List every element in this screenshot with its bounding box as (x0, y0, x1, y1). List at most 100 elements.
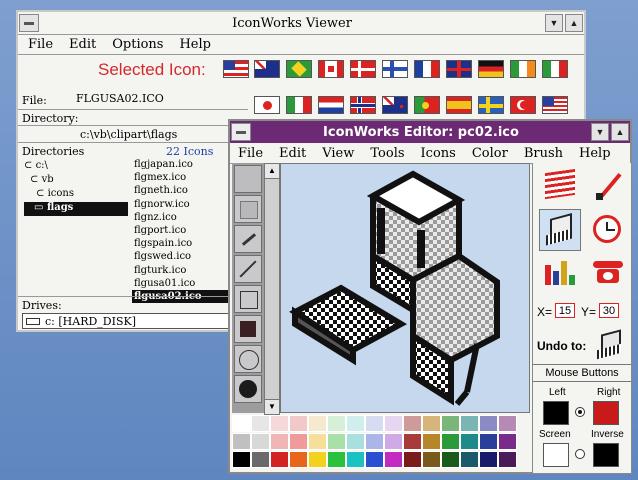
palette-color-purple[interactable] (498, 433, 517, 450)
viewer-menu-options[interactable]: Options (112, 37, 163, 52)
scroll-up-arrow-icon[interactable]: ▲ (265, 164, 279, 179)
dir-tree-vb[interactable]: ⊂ vb (30, 174, 54, 185)
palette-color-paleblue[interactable] (365, 415, 384, 432)
palette-color-white[interactable] (232, 415, 251, 432)
palette-color-mint[interactable] (327, 415, 346, 432)
tool-filled-rectangle-icon[interactable] (234, 315, 262, 343)
list-item[interactable]: flgmex.ico (132, 171, 232, 184)
palette-color-black[interactable] (232, 451, 251, 468)
flag-uk-icon[interactable] (446, 60, 472, 78)
palette-color-orange[interactable] (289, 451, 308, 468)
flag-spain-icon[interactable] (446, 96, 472, 114)
palette-color-cyan[interactable] (346, 451, 365, 468)
editor-menu-color[interactable]: Color (472, 146, 508, 161)
tool-rectangle-icon[interactable] (234, 285, 262, 313)
palette-color-plum[interactable] (498, 415, 517, 432)
right-button-color[interactable] (593, 401, 619, 425)
editor-menu-brush[interactable]: Brush (524, 146, 563, 161)
dir-tree-flags[interactable]: ▭ flags (24, 202, 128, 216)
list-item[interactable]: flgusa01.ico (132, 277, 232, 290)
flag-germany-icon[interactable] (478, 60, 504, 78)
palette-color-silver[interactable] (251, 433, 270, 450)
screen-mode-radio[interactable] (575, 449, 585, 459)
canvas-scrollbar[interactable]: ▲ ▼ (264, 163, 280, 415)
palette-color-aqua[interactable] (346, 415, 365, 432)
palette-color-sage[interactable] (441, 415, 460, 432)
flag-newzealand-icon[interactable] (382, 96, 408, 114)
flag-preview-icon[interactable] (545, 168, 575, 200)
left-button-color[interactable] (543, 401, 569, 425)
directory-tree[interactable]: ⊂ c:\ ⊂ vb ⊂ icons ▭ flags (20, 158, 130, 292)
flag-turkey-icon[interactable] (510, 96, 536, 114)
viewer-menu-file[interactable]: File (28, 37, 53, 52)
list-item[interactable]: flgnz.ico (132, 211, 232, 224)
tool-rect-fill-icon[interactable] (234, 195, 262, 223)
editor-menu-tools[interactable]: Tools (370, 146, 404, 161)
flag-netherlands-icon[interactable] (318, 96, 344, 114)
palette-color-butter[interactable] (308, 433, 327, 450)
viewer-menu-help[interactable]: Help (179, 37, 211, 52)
editor-titlebar[interactable]: IconWorks Editor: pc02.ico ▼ ▲ (230, 121, 630, 143)
list-item[interactable]: flgswed.ico (132, 250, 232, 263)
palette-color-lightrose[interactable] (270, 433, 289, 450)
editor-minimize-button[interactable]: ▼ (591, 123, 609, 141)
palette-color-salmon[interactable] (289, 433, 308, 450)
palette-color-red[interactable] (270, 451, 289, 468)
viewer-system-menu-button[interactable] (19, 14, 39, 32)
drive-select[interactable]: c: [HARD_DISK] (22, 313, 232, 329)
palette-color-maroon[interactable] (403, 433, 422, 450)
editor-menu-edit[interactable]: Edit (279, 146, 306, 161)
palette-color-brightgreen[interactable] (327, 451, 346, 468)
tool-pencil-icon[interactable] (234, 225, 262, 253)
list-item[interactable]: flgspain.ico (132, 237, 232, 250)
palette-color-grey[interactable] (232, 433, 251, 450)
palette-color-lavender[interactable] (384, 433, 403, 450)
screen-color[interactable] (543, 443, 569, 467)
palette-color-lilac[interactable] (384, 415, 403, 432)
list-item[interactable]: flgjapan.ico (132, 158, 232, 171)
palette-color-lightcyan[interactable] (346, 433, 365, 450)
flag-mexico-icon[interactable] (286, 96, 312, 114)
list-item[interactable]: flgnorw.ico (132, 198, 232, 211)
inverse-color[interactable] (593, 443, 619, 467)
paint-brush-icon[interactable] (593, 171, 623, 201)
editor-maximize-button[interactable]: ▲ (611, 123, 629, 141)
viewer-minimize-button[interactable]: ▼ (545, 14, 563, 32)
tool-ellipse-icon[interactable] (234, 345, 262, 373)
palette-color-ochre[interactable] (422, 433, 441, 450)
palette-color-slate[interactable] (479, 415, 498, 432)
palette-color-navyteal[interactable] (460, 451, 479, 468)
palette-color-periwinkle[interactable] (365, 433, 384, 450)
palette-color-darkgreen[interactable] (441, 451, 460, 468)
list-item[interactable]: flgneth.ico (132, 184, 232, 197)
file-list[interactable]: flgjapan.ico flgmex.ico flgneth.ico flgn… (132, 158, 232, 304)
flag-australia-icon[interactable] (254, 60, 280, 78)
viewer-maximize-button[interactable]: ▲ (565, 14, 583, 32)
palette-color-pink[interactable] (289, 415, 308, 432)
flag-ireland-icon[interactable] (510, 60, 536, 78)
flag-france-icon[interactable] (414, 60, 440, 78)
flag-portugal-icon[interactable] (414, 96, 440, 114)
color-mode-radio[interactable] (575, 407, 585, 417)
palette-color-darkred[interactable] (403, 451, 422, 468)
palette-color-navy[interactable] (479, 451, 498, 468)
palette-color-rose[interactable] (403, 415, 422, 432)
flag-italy-icon[interactable] (542, 60, 568, 78)
tool-line-icon[interactable] (234, 255, 262, 283)
palette-color-palepink[interactable] (270, 415, 289, 432)
palette-color-blue[interactable] (479, 433, 498, 450)
flag-norway-icon[interactable] (350, 96, 376, 114)
palette-color-cream[interactable] (308, 415, 327, 432)
flag-denmark-icon[interactable] (350, 60, 376, 78)
flag-brazil-icon[interactable] (286, 60, 312, 78)
viewer-titlebar[interactable]: IconWorks Viewer ▼ ▲ (18, 12, 584, 35)
palette-color-green[interactable] (441, 433, 460, 450)
palette-color-tan[interactable] (422, 415, 441, 432)
telephone-icon[interactable] (593, 261, 623, 283)
editor-menu-help[interactable]: Help (579, 146, 611, 161)
flag-japan-icon[interactable] (254, 96, 280, 114)
tool-filled-ellipse-icon[interactable] (234, 375, 262, 403)
palette-color-lightgreen[interactable] (327, 433, 346, 450)
editor-menu-icons[interactable]: Icons (421, 146, 456, 161)
flag-sweden-icon[interactable] (478, 96, 504, 114)
